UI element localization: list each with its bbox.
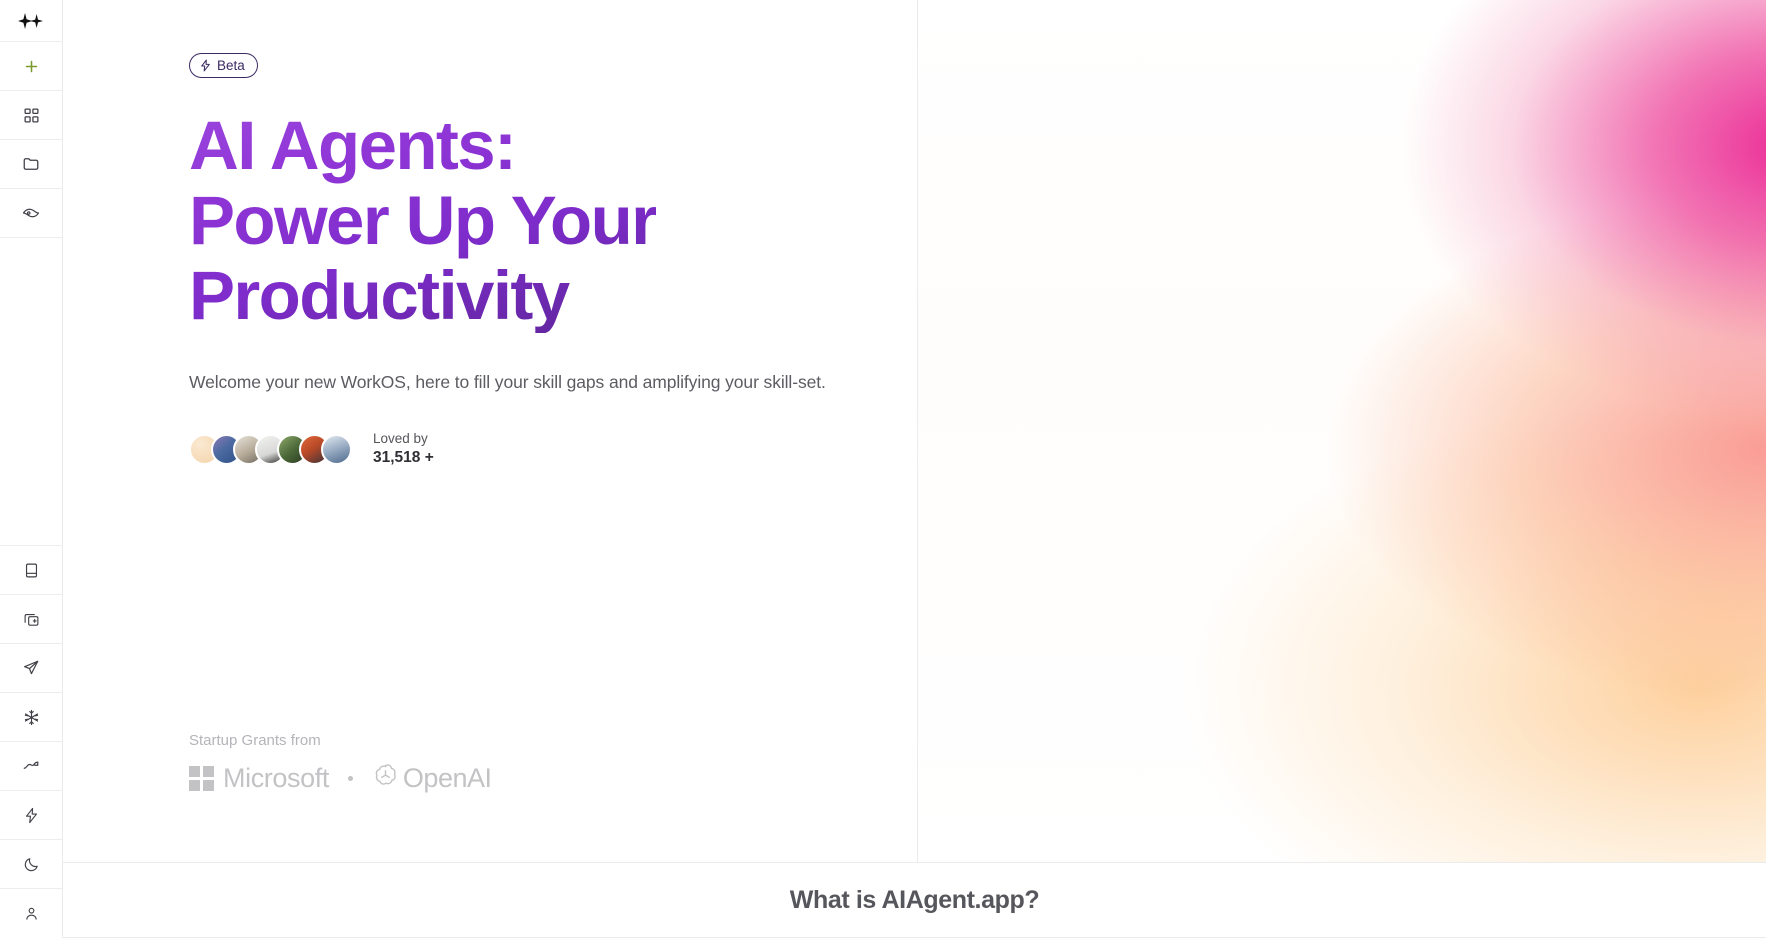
title-line-1: AI Agents: xyxy=(189,107,516,184)
page-root: Beta AI Agents: Power Up Your Productivi… xyxy=(0,0,1766,938)
footer-section: What is AIAgent.app? xyxy=(63,862,1766,938)
microsoft-label: Microsoft xyxy=(223,762,329,793)
sidebar-item-analytics[interactable] xyxy=(0,742,62,791)
top-row: Beta AI Agents: Power Up Your Productivi… xyxy=(63,0,1766,862)
grants-logos: Microsoft OpenAI xyxy=(189,762,492,794)
main-area: Beta AI Agents: Power Up Your Productivi… xyxy=(63,0,1766,938)
sidebar-item-files[interactable] xyxy=(0,140,62,189)
sidebar-spacer xyxy=(0,238,62,546)
sidebar-item-dashboard[interactable] xyxy=(0,91,62,140)
logo-separator xyxy=(347,775,353,781)
openai-icon xyxy=(372,762,399,794)
sidebar-item-send[interactable] xyxy=(0,644,62,693)
page-title: AI Agents: Power Up Your Productivity xyxy=(189,108,656,333)
social-proof-text: Loved by 31,518 + xyxy=(373,430,434,469)
title-line-2: Power Up Your xyxy=(189,182,657,259)
sidebar-item-automations[interactable] xyxy=(0,791,62,840)
hero-section: Beta AI Agents: Power Up Your Productivi… xyxy=(63,0,918,862)
openai-logo: OpenAI xyxy=(372,762,492,794)
sidebar-item-library[interactable] xyxy=(0,546,62,595)
sidebar-item-account[interactable] xyxy=(0,889,62,938)
avatar-group xyxy=(189,434,352,466)
beta-badge-label: Beta xyxy=(217,58,245,73)
social-proof: Loved by 31,518 + xyxy=(189,430,434,469)
sidebar-item-snowflake[interactable] xyxy=(0,693,62,742)
sidebar-item-tags[interactable] xyxy=(0,189,62,238)
loved-by-label: Loved by xyxy=(373,431,428,446)
microsoft-icon xyxy=(189,765,214,791)
footer-heading: What is AIAgent.app? xyxy=(789,885,1040,914)
zap-icon xyxy=(199,59,212,72)
agent-form-panel: Agent Document Chat Templates SEO Writer… xyxy=(918,0,1766,862)
grants-label: Startup Grants from xyxy=(189,732,321,749)
gradient-background xyxy=(918,0,1766,862)
sidebar-item-new[interactable] xyxy=(0,42,62,91)
title-line-3: Productivity xyxy=(189,257,569,334)
hero-subtitle: Welcome your new WorkOS, here to fill yo… xyxy=(189,372,826,392)
beta-badge: Beta xyxy=(189,53,258,78)
app-logo[interactable] xyxy=(0,0,62,42)
avatar xyxy=(321,434,352,466)
openai-label: OpenAI xyxy=(402,762,492,793)
loved-by-count: 31,518 + xyxy=(373,449,434,467)
microsoft-logo: Microsoft xyxy=(189,763,329,794)
sidebar-item-dark-mode[interactable] xyxy=(0,840,62,889)
sidebar xyxy=(0,0,63,938)
sidebar-item-duplicate[interactable] xyxy=(0,595,62,644)
